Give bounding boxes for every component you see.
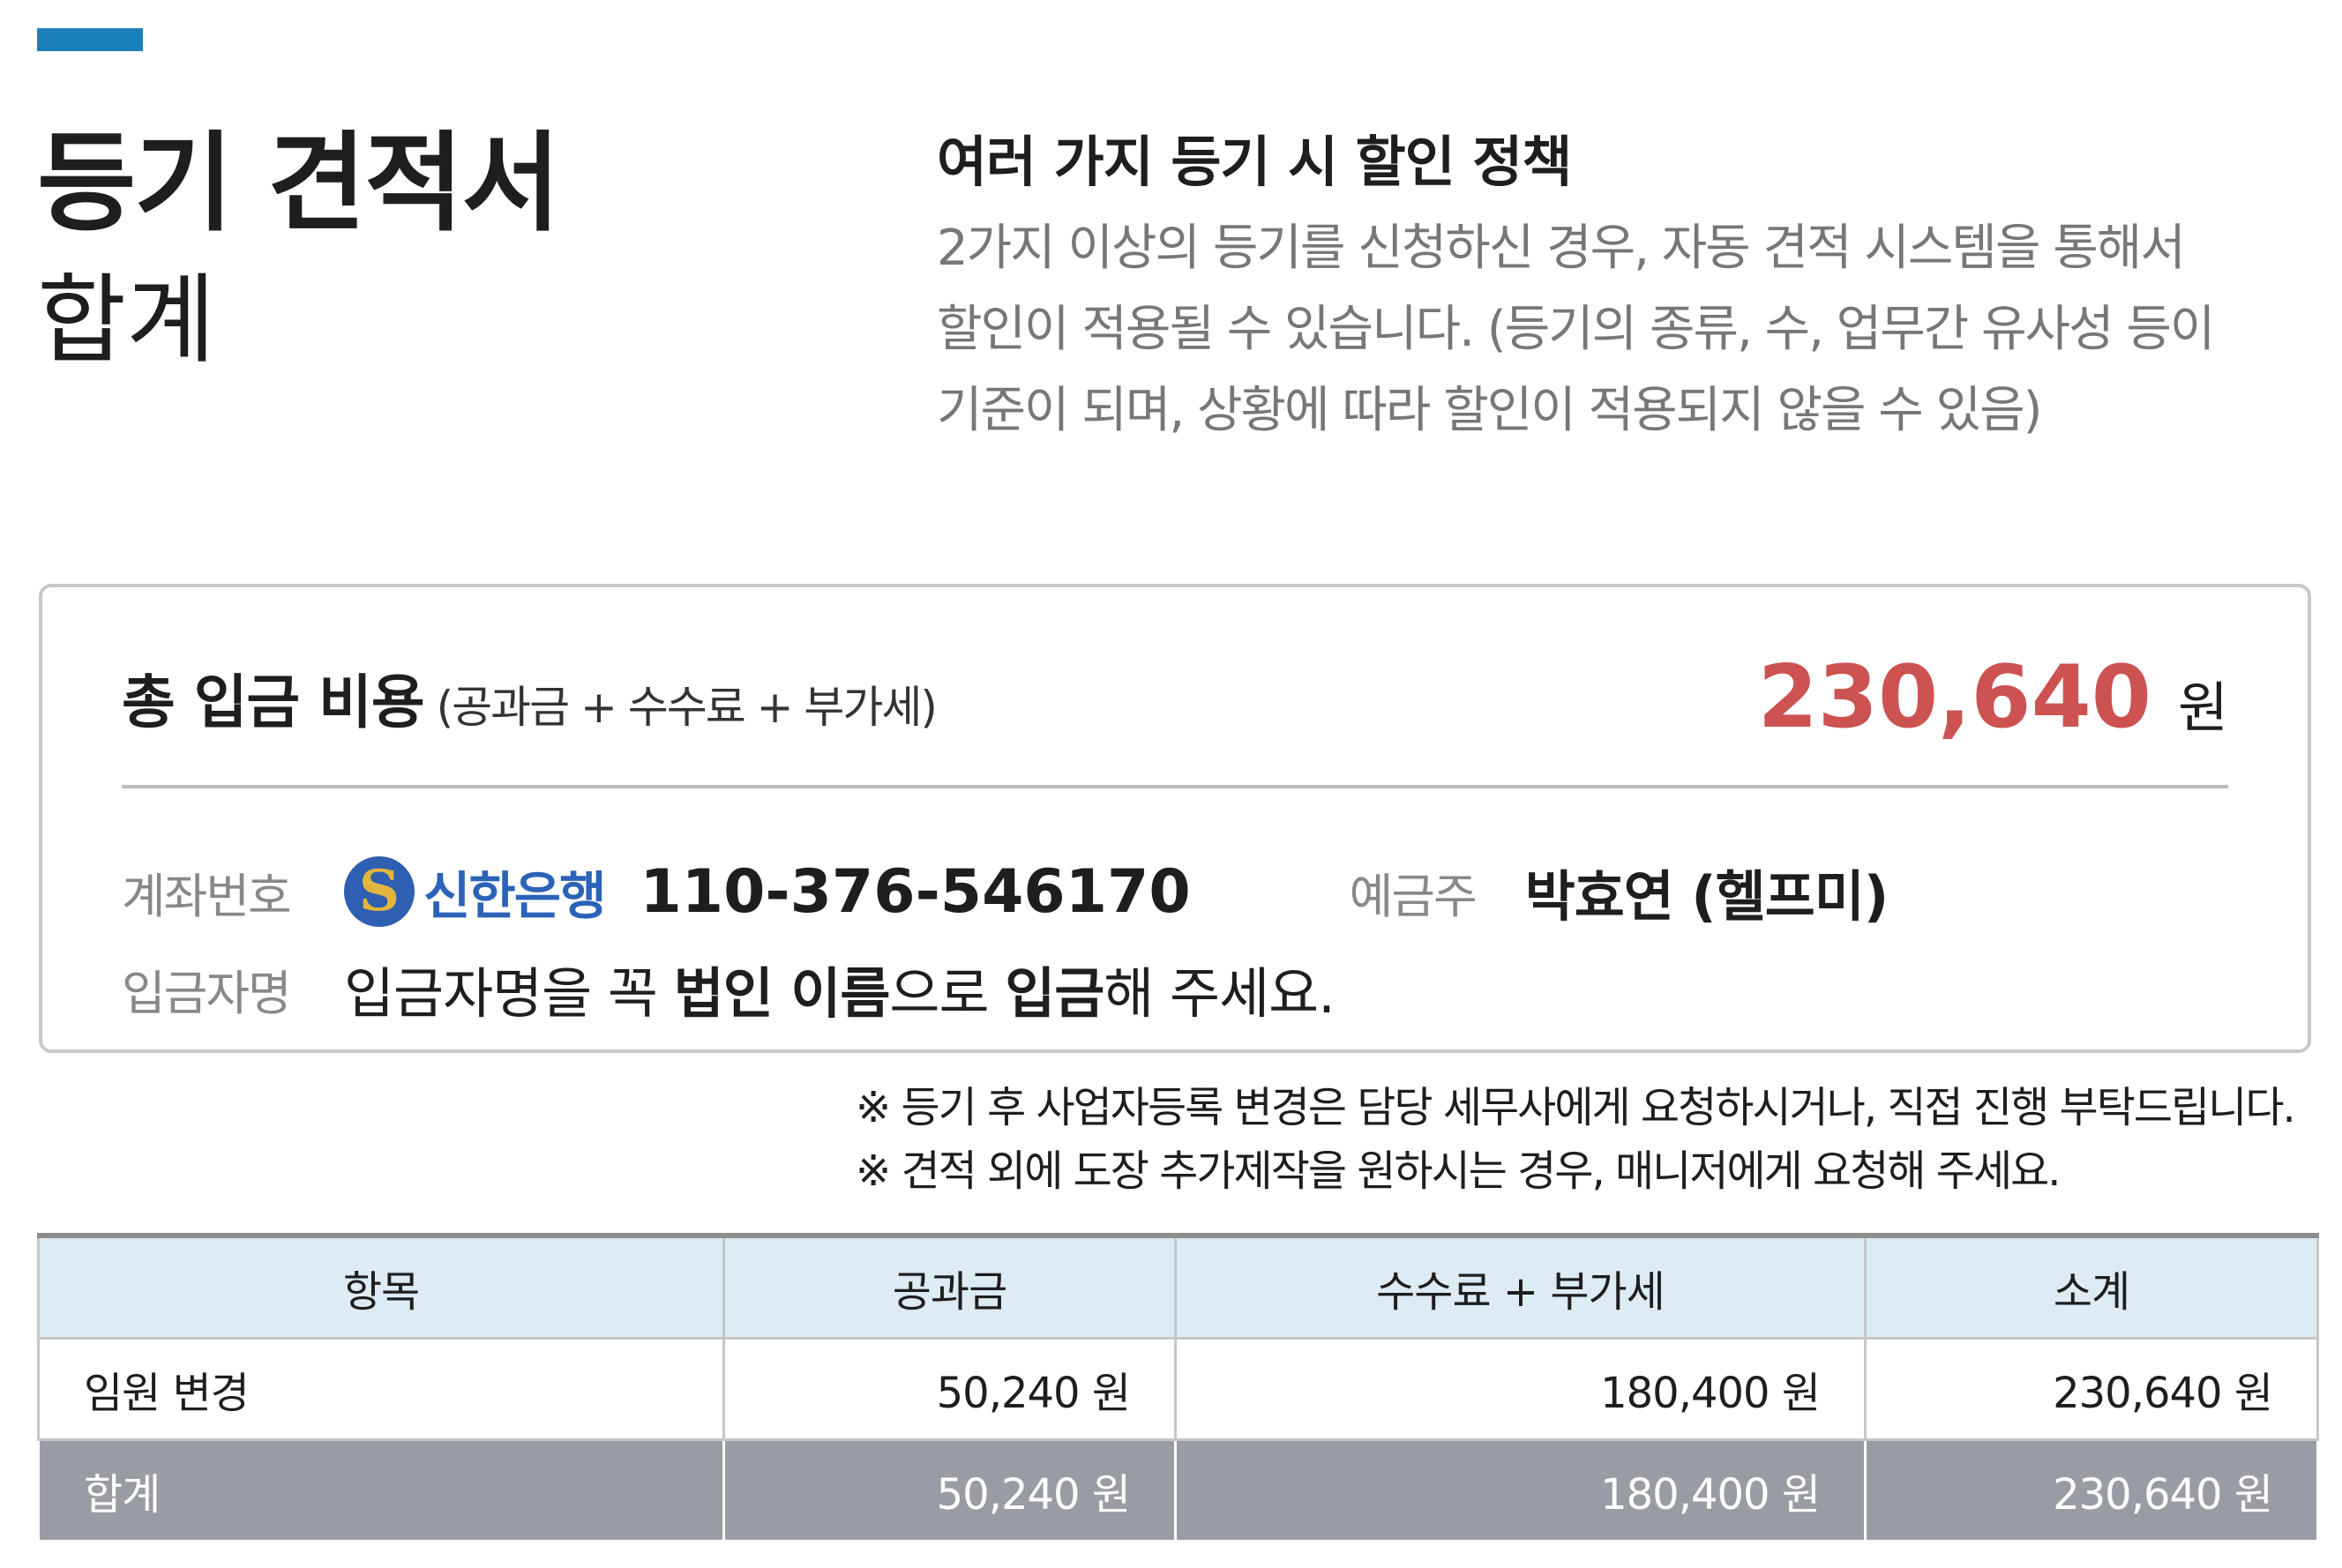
depositor-text-part: 해 주세요. xyxy=(1104,961,1336,1026)
depositor-text-emphasis: 법인 이름 xyxy=(673,961,891,1026)
policy-line: 기준이 되며, 상황에 따라 할인이 적용되지 않을 수 있음) xyxy=(937,382,2043,439)
holder-label: 예금주 xyxy=(1349,868,1478,924)
total-cost-label: 총 입금 비용 xyxy=(122,668,425,736)
table-header-row: 항목 공과금 수수료 + 부가세 소계 xyxy=(37,1234,2319,1340)
depositor-row: 입금자명 입금자명을 꼭 법인 이름으로 입금해 주세요. xyxy=(122,940,1336,1037)
account-row: 계좌번호 신한은행 110-376-546170 예금주 박효연 (헬프미) xyxy=(122,843,1889,940)
holder-name: 박효연 (헬프미) xyxy=(1524,864,1889,929)
divider xyxy=(122,785,2228,788)
cell-public-fee: 50,240 원 xyxy=(722,1337,1177,1441)
column-header-item: 항목 xyxy=(37,1234,725,1340)
shinhan-bank-logo-icon xyxy=(344,856,415,927)
payment-box: 총 입금 비용 (공과금 + 수수료 + 부가세) 230,640 원 계좌번호 … xyxy=(39,584,2311,1053)
title-block: 등기 견적서 합계 xyxy=(37,113,561,386)
quote-table: 항목 공과금 수수료 + 부가세 소계 임원 변경 50,240 원 180,4… xyxy=(37,1233,2319,1542)
depositor-text-part: 입금자명을 꼭 xyxy=(344,961,674,1026)
policy-line: 2가지 이상의 등기를 신청하신 경우, 자동 견적 시스템을 통해서 xyxy=(937,220,2186,277)
account-number: 110-376-546170 xyxy=(640,856,1191,927)
column-header-service-fee-vat: 수수료 + 부가세 xyxy=(1174,1234,1867,1340)
account-label: 계좌번호 xyxy=(122,868,292,924)
cell-total-subtotal: 230,640 원 xyxy=(1864,1438,2319,1542)
page-title: 등기 견적서 xyxy=(37,121,561,246)
total-amount-unit: 원 xyxy=(2177,676,2228,740)
depositor-text-part: 으로 xyxy=(889,961,1006,1026)
depositor-text-emphasis: 입금 xyxy=(1005,961,1104,1026)
bank-name: 신한은행 xyxy=(423,866,606,926)
cell-total-service-fee-vat: 180,400 원 xyxy=(1174,1438,1867,1542)
total-amount: 230,640 xyxy=(1757,647,2151,748)
note-item: ※ 등기 후 사업자등록 변경은 담당 세무사에게 요청하시거나, 직접 진행 … xyxy=(856,1083,2296,1132)
table-row: 임원 변경 50,240 원 180,400 원 230,640 원 xyxy=(37,1337,2319,1441)
total-cost-row: 총 입금 비용 (공과금 + 수수료 + 부가세) 230,640 원 xyxy=(122,640,2228,755)
column-header-subtotal: 소계 xyxy=(1864,1234,2319,1340)
depositor-label: 입금자명 xyxy=(122,965,292,1021)
depositor-instruction: 입금자명을 꼭 법인 이름으로 입금해 주세요. xyxy=(344,949,1336,1028)
cell-service-fee-vat: 180,400 원 xyxy=(1174,1337,1867,1441)
table-total-row: 합계 50,240 원 180,400 원 230,640 원 xyxy=(37,1438,2319,1542)
policy-title: 여러 가지 등기 시 할인 정책 xyxy=(937,130,1572,194)
notes: ※ 등기 후 사업자등록 변경은 담당 세무사에게 요청하시거나, 직접 진행 … xyxy=(856,1076,2338,1203)
note-item: ※ 견적 외에 도장 추가제작을 원하시는 경우, 매니저에게 요청해 주세요. xyxy=(856,1146,2061,1196)
policy-description: 2가지 이상의 등기를 신청하신 경우, 자동 견적 시스템을 통해서 할인이 … xyxy=(937,208,2331,452)
total-cost-label-group: 총 입금 비용 (공과금 + 수수료 + 부가세) xyxy=(122,655,938,740)
total-amount-group: 230,640 원 xyxy=(1758,647,2228,748)
column-header-public-fee: 공과금 xyxy=(722,1234,1177,1340)
cell-item: 임원 변경 xyxy=(37,1337,725,1441)
accent-bar xyxy=(37,28,143,51)
total-cost-note: (공과금 + 수수료 + 부가세) xyxy=(436,682,938,733)
discount-policy: 여러 가지 등기 시 할인 정책 2가지 이상의 등기를 신청하신 경우, 자동… xyxy=(937,125,2331,452)
page-subtitle: 합계 xyxy=(37,264,216,377)
policy-line: 할인이 적용될 수 있습니다. (등기의 종류, 수, 업무간 유사성 등이 xyxy=(937,301,2215,358)
cell-total-label: 합계 xyxy=(37,1438,725,1542)
cell-total-public-fee: 50,240 원 xyxy=(722,1438,1177,1542)
cell-subtotal: 230,640 원 xyxy=(1864,1337,2319,1441)
